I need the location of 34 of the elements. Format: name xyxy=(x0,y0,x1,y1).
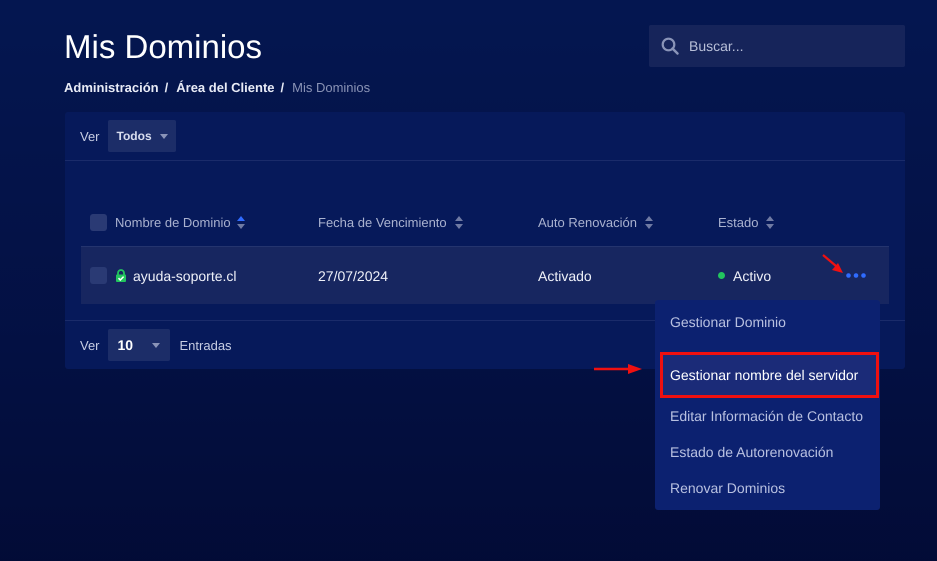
more-icon[interactable] xyxy=(846,273,866,278)
sort-icon[interactable] xyxy=(454,216,463,229)
menu-item[interactable]: Renovar Dominios xyxy=(655,470,880,506)
table-row[interactable]: ayuda-soporte.cl 27/07/2024 Activado Activo xyxy=(81,246,889,304)
sort-icon[interactable] xyxy=(645,216,654,229)
status-text: Activo xyxy=(733,268,772,284)
breadcrumb-separator: / xyxy=(280,80,284,95)
menu-item[interactable]: Estado de Autorenovación xyxy=(655,434,880,470)
menu-item[interactable]: Gestionar nombre del servidor xyxy=(660,352,879,398)
column-header[interactable]: Fecha de Vencimiento xyxy=(318,215,447,230)
search-icon xyxy=(661,37,679,55)
sort-icon[interactable] xyxy=(766,216,774,229)
column-header[interactable]: Auto Renovación xyxy=(538,215,638,230)
filter-dropdown[interactable]: Todos xyxy=(108,120,176,152)
page-size-suffix: Entradas xyxy=(180,338,232,352)
checkbox[interactable] xyxy=(90,214,107,231)
table-cell: Activado xyxy=(538,268,592,284)
menu-item[interactable]: Gestionar Dominio xyxy=(655,304,880,340)
caret-icon xyxy=(152,342,160,348)
filter-label: Ver xyxy=(80,128,100,144)
breadcrumb-link[interactable]: Área del Cliente xyxy=(176,80,275,95)
search-field[interactable]: Buscar... xyxy=(649,25,905,67)
breadcrumb-link[interactable]: Administración xyxy=(64,80,159,95)
page-size-dropdown[interactable]: 10 xyxy=(108,329,170,361)
table-cell: 27/07/2024 xyxy=(318,268,388,284)
domain-link[interactable]: ayuda-soporte.cl xyxy=(133,268,237,284)
page-size-label: Ver xyxy=(80,338,100,352)
column-header[interactable]: Nombre de Dominio xyxy=(115,215,231,230)
menu-item[interactable]: Editar Información de Contacto xyxy=(655,398,880,434)
sort-icon[interactable] xyxy=(236,216,245,229)
breadcrumb-separator: / xyxy=(164,80,168,95)
caret-icon xyxy=(160,134,168,138)
column-header[interactable]: Estado xyxy=(718,215,758,230)
page-title: Mis Dominios xyxy=(64,27,264,67)
